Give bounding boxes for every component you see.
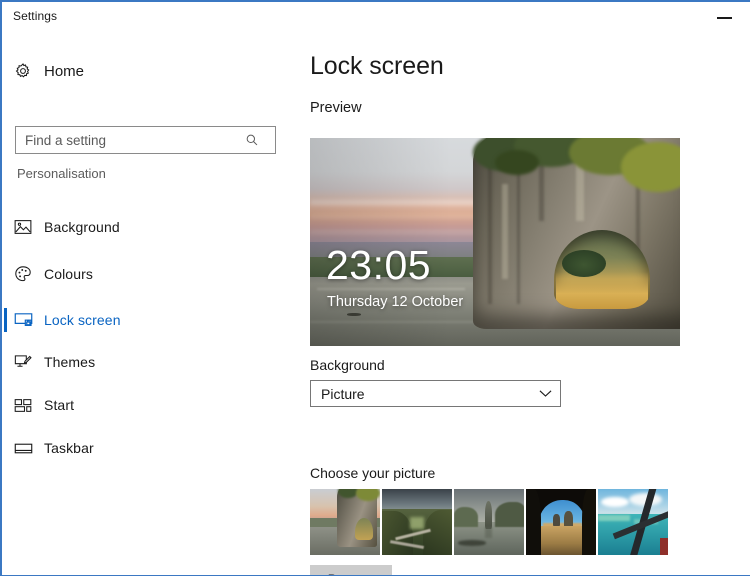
main-content: Lock screen Preview 23:05 Thursday 12 Oc… <box>300 32 750 575</box>
sidebar-item-background[interactable]: Background <box>2 208 292 246</box>
selection-indicator <box>4 436 7 460</box>
lock-screen-preview-image: 23:05 Thursday 12 October <box>310 138 680 346</box>
minimize-button[interactable] <box>702 2 746 31</box>
thumbnail-4[interactable] <box>526 489 596 555</box>
sidebar-item-home[interactable]: Home <box>2 54 292 88</box>
thumbnail-3[interactable] <box>454 489 524 555</box>
browse-button[interactable]: Browse <box>310 565 392 575</box>
selection-indicator <box>4 262 7 286</box>
picture-thumbnail-strip <box>310 489 668 555</box>
sidebar-item-home-label: Home <box>44 62 85 80</box>
preview-clock: 23:05 <box>326 242 432 288</box>
window-title: Settings <box>13 9 58 23</box>
start-tiles-icon <box>2 398 44 413</box>
sidebar-item-colours[interactable]: Colours <box>2 255 292 293</box>
thumbnail-1[interactable] <box>310 489 380 555</box>
chevron-down-icon <box>530 389 560 398</box>
sidebar-item-lock-screen[interactable]: Lock screen <box>2 301 292 339</box>
sidebar-item-start-label: Start <box>44 397 75 413</box>
sidebar-item-themes[interactable]: Themes <box>2 343 292 381</box>
image-icon <box>2 219 44 235</box>
sidebar-item-lock-screen-label: Lock screen <box>44 312 121 328</box>
taskbar-icon <box>2 442 44 455</box>
gear-icon <box>2 62 44 80</box>
selection-indicator <box>4 350 7 374</box>
selection-indicator <box>4 393 7 417</box>
search-input[interactable] <box>16 128 238 152</box>
search-box[interactable] <box>15 126 276 154</box>
sidebar: Home Personalisation Backgrou <box>2 32 300 575</box>
preview-label: Preview <box>310 100 362 116</box>
sidebar-item-start[interactable]: Start <box>2 386 292 424</box>
selection-indicator <box>4 215 7 239</box>
settings-window: Settings Home Personalisa <box>0 0 750 576</box>
title-bar: Settings <box>2 2 750 32</box>
background-select-value: Picture <box>321 385 365 402</box>
sidebar-item-colours-label: Colours <box>44 266 93 282</box>
choose-picture-label: Choose your picture <box>310 465 436 481</box>
background-select[interactable]: Picture <box>310 380 561 407</box>
page-title: Lock screen <box>310 52 444 80</box>
sidebar-item-themes-label: Themes <box>44 354 96 370</box>
themes-icon <box>2 354 44 371</box>
preview-date: Thursday 12 October <box>327 294 464 310</box>
search-icon <box>238 133 266 147</box>
sidebar-section-label: Personalisation <box>17 166 106 181</box>
minimize-icon <box>717 17 732 19</box>
sidebar-item-background-label: Background <box>44 219 120 235</box>
background-label: Background <box>310 357 385 373</box>
sidebar-item-taskbar[interactable]: Taskbar <box>2 429 292 467</box>
thumbnail-5[interactable] <box>598 489 668 555</box>
palette-icon <box>2 265 44 283</box>
sidebar-item-taskbar-label: Taskbar <box>44 440 94 456</box>
thumbnail-2[interactable] <box>382 489 452 555</box>
selection-indicator <box>4 308 7 332</box>
lock-screen-icon <box>2 312 44 328</box>
